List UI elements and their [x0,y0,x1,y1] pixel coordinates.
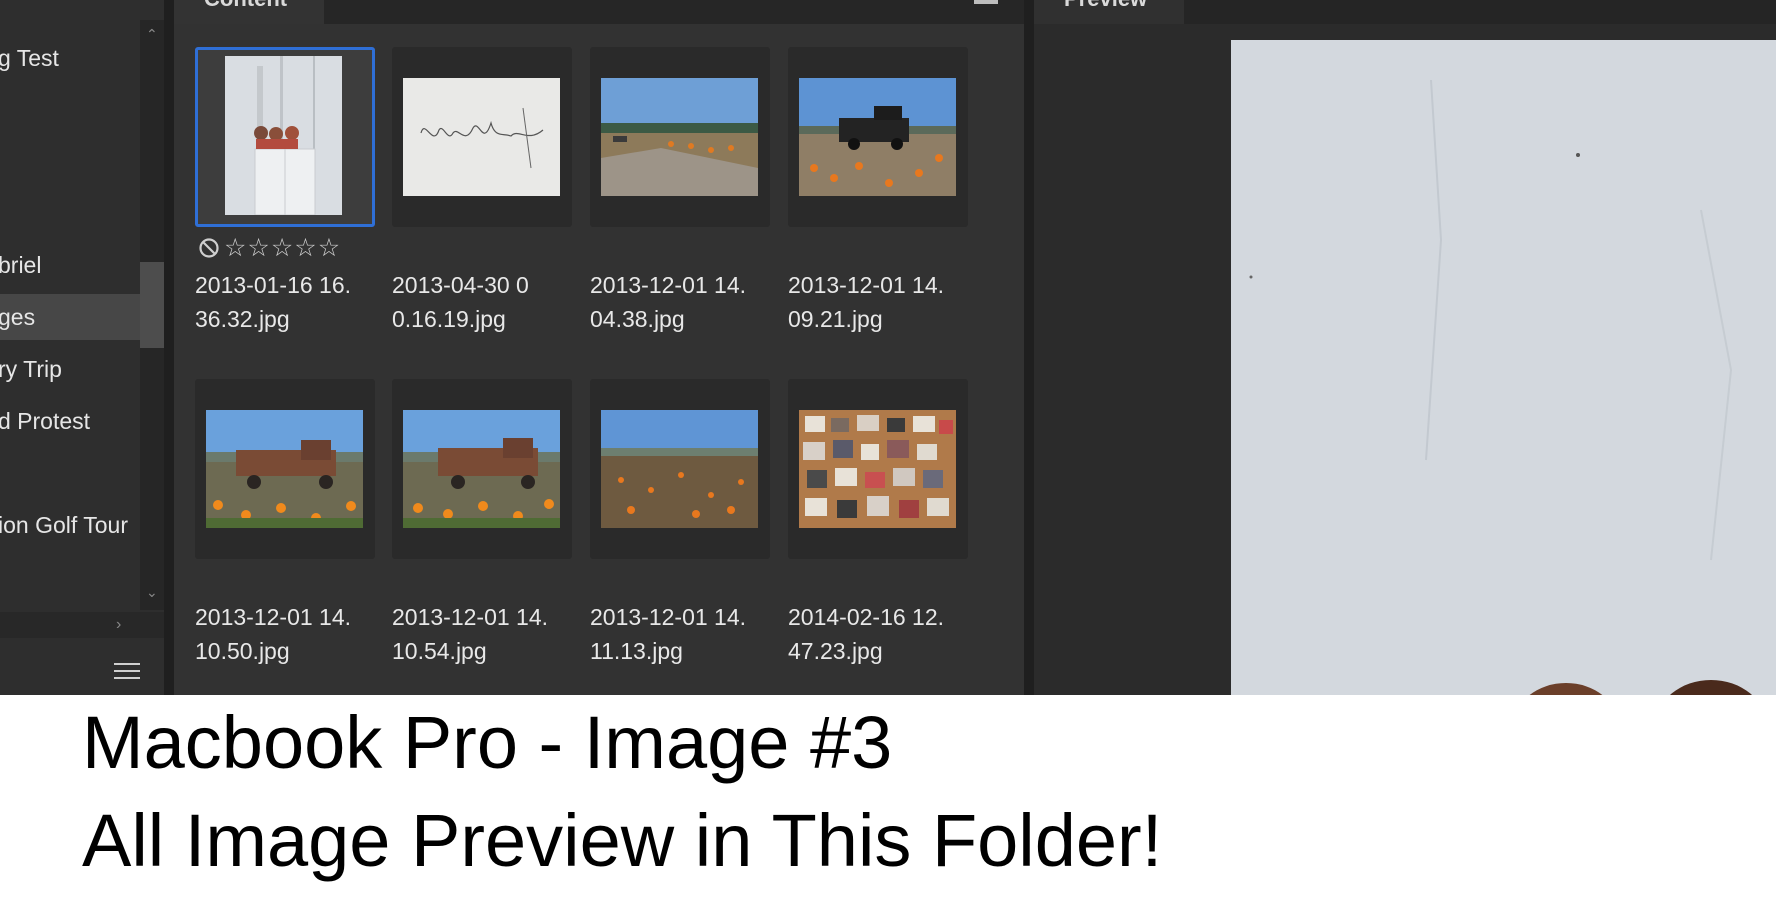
folder-item[interactable]: ry Trip [0,346,140,392]
folders-vertical-scrollbar[interactable]: ⌃ ⌄ [140,20,164,610]
reject-icon[interactable] [198,237,220,259]
scroll-down-icon[interactable]: ⌄ [146,585,158,599]
panel-divider[interactable] [164,0,174,695]
folder-item[interactable]: briel [0,242,140,288]
filename-line: 10.54.jpg [392,638,487,664]
thumbnail-image [799,410,956,528]
caption-title: Macbook Pro - Image #3 [82,701,893,784]
filename-line: 2013-01-16 16. [195,272,352,298]
folder-item[interactable]: g Test [0,35,140,81]
thumbnail-image [601,410,758,528]
caption-area: Macbook Pro - Image #3 All Image Preview… [0,695,1776,910]
star-outline-icon[interactable]: ☆ [294,235,316,261]
filename-line: 2013-04-30 0 [392,272,529,298]
thumbnail-tile[interactable] [590,379,770,559]
star-outline-icon[interactable]: ☆ [247,235,269,261]
filename-line: 2013-12-01 14. [788,272,945,298]
filename-line: 09.21.jpg [788,306,883,332]
filename-line: 11.13.jpg [590,638,683,664]
panel-menu-icon[interactable] [974,0,998,4]
star-rating[interactable]: ☆ ☆ ☆ ☆ ☆ [198,235,341,261]
folder-item-selected[interactable]: ges [0,294,140,340]
filename-line: 2013-12-01 14. [590,604,747,630]
thumbnail-filename: 2013-12-01 14. 10.54.jpg [392,600,587,668]
thumbnail-tile[interactable] [392,47,572,227]
folder-list: g Test briel ges ry Trip d Protest ion G… [0,0,140,612]
thumbnail-tile[interactable] [195,379,375,559]
thumbnail-filename: 2013-12-01 14. 04.38.jpg [590,268,785,336]
preview-image[interactable] [1231,40,1776,695]
folder-item[interactable]: ion Golf Tour [0,502,140,548]
thumbnail-filename: 2013-12-01 14. 09.21.jpg [788,268,983,336]
thumbnail-filename: 2013-12-01 14. 10.50.jpg [195,600,390,668]
folders-horizontal-scrollbar[interactable]: › [0,612,164,638]
thumbnail-image [225,56,342,215]
content-tab-bar: Content [174,0,1024,24]
thumbnail-image [403,78,560,196]
thumbnail-filename: 2014-02-16 12. 47.23.jpg [788,600,983,668]
filename-line: 04.38.jpg [590,306,685,332]
tab-preview[interactable]: Preview [1034,0,1184,24]
thumbnail-filename: 2013-01-16 16. 36.32.jpg [195,268,390,336]
caption-subtitle: All Image Preview in This Folder! [82,799,1163,882]
filename-line: 2014-02-16 12. [788,604,945,630]
filename-line: 2013-12-01 14. [195,604,352,630]
star-outline-icon[interactable]: ☆ [224,235,246,261]
filename-line: 10.50.jpg [195,638,290,664]
thumbnail-tile[interactable] [590,47,770,227]
thumbnail-tile[interactable] [392,379,572,559]
bridge-app-window: g Test briel ges ry Trip d Protest ion G… [0,0,1776,695]
thumbnail-image [206,410,363,528]
filename-line: 0.16.19.jpg [392,306,506,332]
star-outline-icon[interactable]: ☆ [271,235,293,261]
thumbnail-tile[interactable] [788,47,968,227]
scrollbar-thumb[interactable] [140,262,164,348]
thumbnail-filename: 2013-12-01 14. 11.13.jpg [590,600,785,668]
content-panel: Content [174,0,1198,695]
tab-content[interactable]: Content [174,0,324,24]
thumbnail-tile-selected[interactable] [195,47,375,227]
scroll-up-icon[interactable]: ⌃ [146,27,158,41]
thumbnail-tile[interactable] [788,379,968,559]
preview-tab-bar: Preview [1034,0,1776,24]
folders-panel: g Test briel ges ry Trip d Protest ion G… [0,0,164,695]
hamburger-menu-icon[interactable] [114,661,140,681]
preview-panel: Preview [1034,0,1776,695]
scroll-right-icon[interactable]: › [116,616,121,634]
folder-item[interactable]: d Protest [0,398,140,444]
thumbnail-filename: 2013-04-30 0 0.16.19.jpg [392,268,587,336]
thumbnail-image [799,78,956,196]
panel-divider[interactable] [1024,0,1034,695]
filename-line: 36.32.jpg [195,306,290,332]
thumbnail-image [403,410,560,528]
star-outline-icon[interactable]: ☆ [318,235,340,261]
tab-preview-label: Preview [1064,0,1147,12]
filename-line: 2013-12-01 14. [590,272,747,298]
thumbnail-image [601,78,758,196]
filename-line: 47.23.jpg [788,638,883,664]
filename-line: 2013-12-01 14. [392,604,549,630]
tab-content-label: Content [204,0,287,12]
